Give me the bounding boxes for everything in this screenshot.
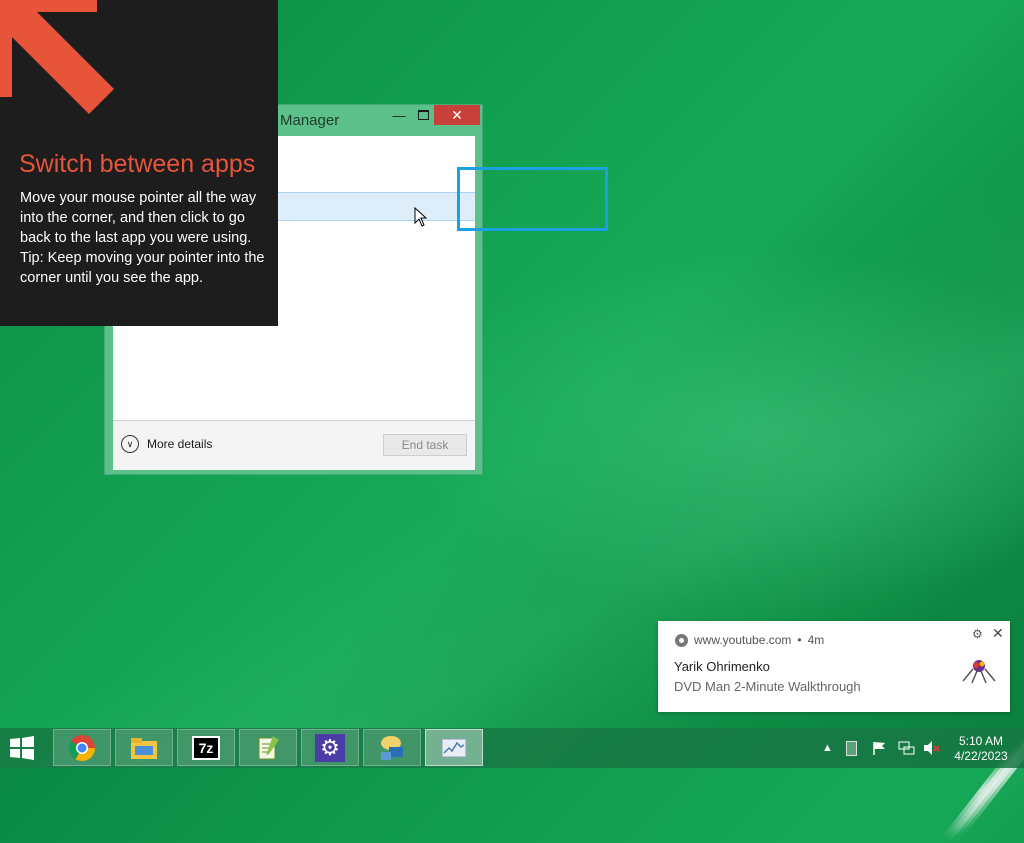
notification-source: www.youtube.com • 4m: [675, 633, 824, 647]
taskbar-app-7zip[interactable]: 7z: [177, 729, 235, 766]
notification-title: Yarik Ohrimenko: [674, 659, 770, 674]
tip-body: Move your mouse pointer all the way into…: [20, 188, 265, 288]
remote-desktop-icon: [381, 735, 403, 760]
end-task-button[interactable]: End task: [383, 434, 467, 456]
notification-toast[interactable]: www.youtube.com • 4m ⚙ ✕ Yarik Ohrimenko…: [658, 621, 1010, 712]
taskbar-app-notepad-plus-plus[interactable]: [239, 729, 297, 766]
notification-close-button[interactable]: ✕: [992, 625, 1004, 642]
close-icon: ✕: [992, 625, 1004, 641]
chrome-icon: [68, 734, 96, 761]
tray-network[interactable]: [898, 728, 916, 768]
settings-gear-icon: ⚙: [315, 733, 345, 762]
notification-image: [962, 660, 996, 684]
separator-dot: •: [797, 633, 802, 647]
show-hidden-icons-button[interactable]: ▲: [822, 728, 833, 768]
more-details-button[interactable]: ∨ More details: [121, 435, 212, 453]
tip-text: Move your mouse pointer all the way into…: [20, 190, 257, 246]
file-explorer-icon: [131, 737, 157, 759]
window-title: Manager: [280, 112, 340, 129]
taskbar-clock[interactable]: 5:10 AM 4/22/2023: [950, 734, 1012, 764]
notepad-plus-plus-icon: [258, 735, 279, 759]
clock-time: 5:10 AM: [958, 734, 1004, 748]
maximize-button[interactable]: [411, 105, 435, 125]
source-url: www.youtube.com: [694, 633, 792, 647]
gear-icon: ⚙: [972, 627, 983, 641]
7zip-label: 7z: [198, 739, 214, 756]
notification-time: 4m: [807, 633, 825, 647]
maximize-icon: [417, 110, 429, 120]
tray-battery[interactable]: [846, 728, 857, 768]
taskbar-app-file-explorer[interactable]: [115, 729, 173, 766]
taskbar: 7z ⚙ ▲ 5:10 AM 4/22/2023: [0, 728, 1024, 768]
chevron-down-icon: ∨: [121, 435, 139, 453]
notification-body: DVD Man 2-Minute Walkthrough: [674, 679, 861, 694]
tip-title: Switch between apps: [19, 150, 256, 178]
taskbar-app-settings[interactable]: ⚙: [301, 729, 359, 766]
battery-icon: [846, 740, 857, 756]
tip-panel: Switch between apps Move your mouse poin…: [0, 0, 278, 326]
mouse-cursor-icon: [414, 207, 428, 227]
tray-volume[interactable]: [922, 728, 940, 768]
taskbar-app-remote-desktop[interactable]: [363, 729, 421, 766]
taskbar-app-chrome[interactable]: [53, 729, 111, 766]
more-details-label: More details: [147, 437, 213, 451]
network-icon: [898, 741, 915, 755]
tray-action-center[interactable]: [872, 728, 888, 768]
arrow-up-left-icon: [0, 0, 114, 114]
minimize-icon: —: [392, 107, 406, 123]
7zip-icon: 7z: [192, 735, 220, 760]
window-footer: ∨ More details End task: [113, 420, 475, 470]
start-button[interactable]: [8, 736, 36, 765]
close-button[interactable]: ✕: [434, 105, 480, 125]
close-icon: ✕: [451, 106, 463, 123]
chevron-up-icon: ▲: [822, 742, 833, 754]
highlight-box: [457, 167, 608, 231]
minimize-button[interactable]: —: [387, 105, 411, 125]
notification-settings-button[interactable]: ⚙: [972, 627, 983, 641]
volume-muted-icon: [924, 741, 940, 755]
taskbar-app-task-manager[interactable]: [425, 729, 483, 766]
clock-date: 4/22/2023: [954, 749, 1008, 763]
chrome-icon: [675, 633, 688, 647]
flag-icon: [873, 742, 885, 755]
tip-text: Tip: Keep moving your pointer into the c…: [20, 250, 265, 286]
windows-logo-icon: [10, 736, 34, 760]
task-manager-icon: [441, 738, 467, 757]
